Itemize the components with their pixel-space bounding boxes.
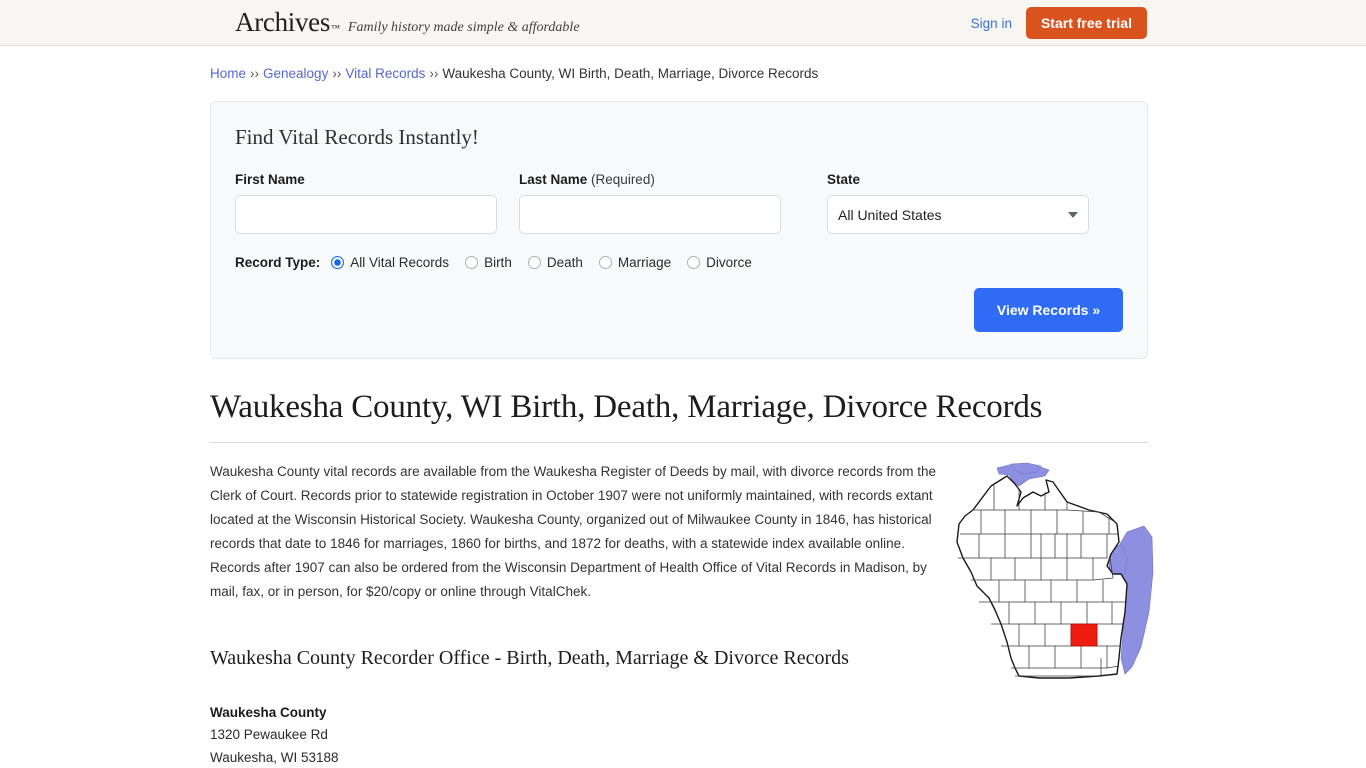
record-type-label: Record Type:	[235, 255, 321, 270]
office-street: 1320 Pewaukee Rd	[210, 727, 328, 743]
radio-marriage[interactable]: Marriage	[598, 255, 672, 270]
last-name-label: Last Name (Required)	[519, 172, 781, 187]
brand[interactable]: Archives ™ Family history made simple & a…	[235, 7, 580, 38]
radio-label-birth: Birth	[484, 255, 512, 270]
breadcrumb-item-current: Waukesha County, WI Birth, Death, Marria…	[442, 66, 819, 81]
submit-row: View Records »	[235, 288, 1123, 332]
state-field-group: State All United States	[827, 172, 1089, 234]
page-title: Waukesha County, WI Birth, Death, Marria…	[210, 389, 1043, 425]
radio-icon-divorce[interactable]	[687, 256, 701, 269]
trademark-icon: ™	[331, 23, 340, 33]
radio-all-vital-records[interactable]: All Vital Records	[331, 255, 449, 270]
radio-label-all: All Vital Records	[350, 255, 450, 270]
first-name-input[interactable]	[235, 195, 497, 234]
title-divider	[210, 441, 1148, 443]
office-city-state-zip: Waukesha, WI 53188	[210, 749, 339, 765]
search-fields-row: First Name Last Name (Required) State Al…	[235, 172, 1123, 234]
search-panel-title: Find Vital Records Instantly!	[235, 125, 479, 149]
radio-icon-marriage[interactable]	[598, 256, 612, 269]
state-label: State	[827, 172, 861, 187]
last-name-label-text: Last Name	[519, 172, 588, 187]
breadcrumb-separator: ››	[250, 66, 260, 81]
search-panel: Find Vital Records Instantly! First Name…	[210, 101, 1148, 359]
state-select-wrapper: All United States	[827, 195, 1089, 234]
first-name-label: First Name	[235, 172, 305, 187]
radio-label-divorce: Divorce	[706, 255, 752, 270]
last-name-field-group: Last Name (Required)	[519, 172, 781, 234]
radio-icon-death[interactable]	[527, 256, 541, 269]
last-name-input[interactable]	[519, 195, 781, 234]
state-select[interactable]: All United States	[827, 195, 1089, 234]
radio-label-marriage: Marriage	[617, 255, 672, 270]
breadcrumb-item-genealogy[interactable]: Genealogy	[263, 66, 328, 81]
radio-birth[interactable]: Birth	[465, 255, 512, 270]
breadcrumb-separator: ››	[429, 66, 439, 81]
header-actions: Sign in Start free trial	[971, 0, 1147, 46]
breadcrumb-separator: ››	[332, 66, 342, 81]
radio-icon-checked[interactable]	[331, 256, 345, 269]
radio-label-death: Death	[546, 255, 583, 270]
brand-tagline: Family history made simple & affordable	[347, 20, 580, 35]
start-free-trial-button[interactable]: Start free trial	[1025, 7, 1147, 39]
office-name: Waukesha County	[210, 704, 327, 720]
brand-logo-text: Archives	[235, 7, 331, 37]
site-header: Archives ™ Family history made simple & a…	[0, 0, 1366, 46]
content-block: Waukesha County vital records are availa…	[210, 460, 1154, 768]
intro-paragraph: Waukesha County vital records are availa…	[210, 463, 937, 599]
recorder-office-address: Waukesha County 1320 Pewaukee Rd Waukesh…	[210, 702, 1148, 768]
first-name-field-group: First Name	[235, 172, 497, 234]
wisconsin-county-map-icon	[956, 462, 1154, 679]
waukesha-county-highlight	[1070, 623, 1098, 646]
radio-divorce[interactable]: Divorce	[687, 255, 752, 270]
sign-in-link[interactable]: Sign in	[971, 16, 1012, 31]
view-records-button[interactable]: View Records »	[974, 288, 1123, 332]
wisconsin-map	[949, 462, 1154, 687]
breadcrumb-item-home[interactable]: Home	[210, 66, 246, 81]
radio-icon-birth[interactable]	[465, 256, 479, 269]
last-name-required-note: (Required)	[591, 172, 655, 187]
breadcrumb: Home ›› Genealogy ›› Vital Records ›› Waukesha…	[210, 46, 1148, 83]
radio-death[interactable]: Death	[527, 255, 583, 270]
breadcrumb-item-vital-records[interactable]: Vital Records	[345, 66, 425, 81]
record-type-row: Record Type: All Vital Records Birth Dea…	[235, 255, 1123, 270]
